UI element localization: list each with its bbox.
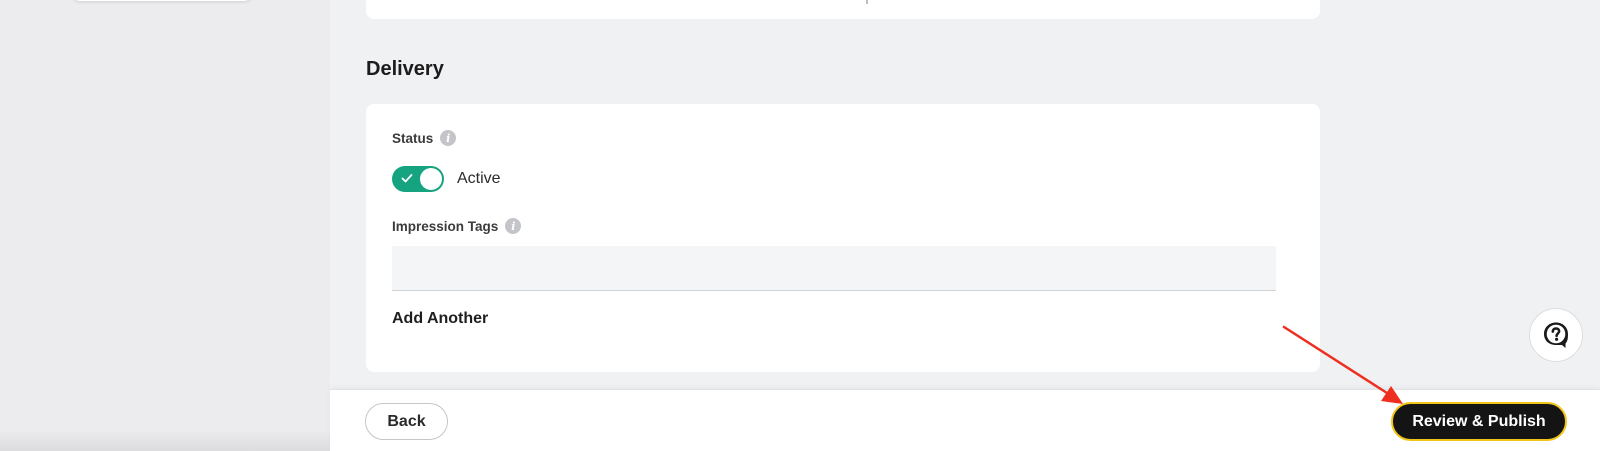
checkmark-icon	[401, 174, 413, 183]
review-publish-button[interactable]: Review & Publish	[1391, 402, 1567, 441]
status-label-row: Status i	[392, 130, 457, 146]
status-label: Status	[392, 130, 434, 146]
help-chat-icon	[1544, 322, 1568, 348]
info-icon[interactable]: i	[505, 218, 522, 234]
status-toggle-text: Active	[457, 170, 501, 187]
sidebar-card	[72, 0, 252, 1]
impression-tags-label-row: Impression Tags i	[392, 218, 522, 234]
delivery-card: Status i Active Impression Tags i Add An…	[366, 104, 1320, 372]
left-rail	[0, 0, 330, 451]
add-another-button[interactable]: Add Another	[392, 310, 488, 328]
previous-section-card	[366, 0, 1320, 19]
back-button[interactable]: Back	[365, 403, 448, 440]
toggle-knob	[420, 168, 442, 190]
info-icon[interactable]: i	[440, 130, 457, 146]
status-toggle[interactable]	[392, 166, 444, 192]
delivery-section-title: Delivery	[366, 58, 444, 80]
impression-tag-input[interactable]	[392, 246, 1276, 291]
help-button[interactable]	[1529, 308, 1583, 362]
impression-tags-label: Impression Tags	[392, 218, 499, 234]
